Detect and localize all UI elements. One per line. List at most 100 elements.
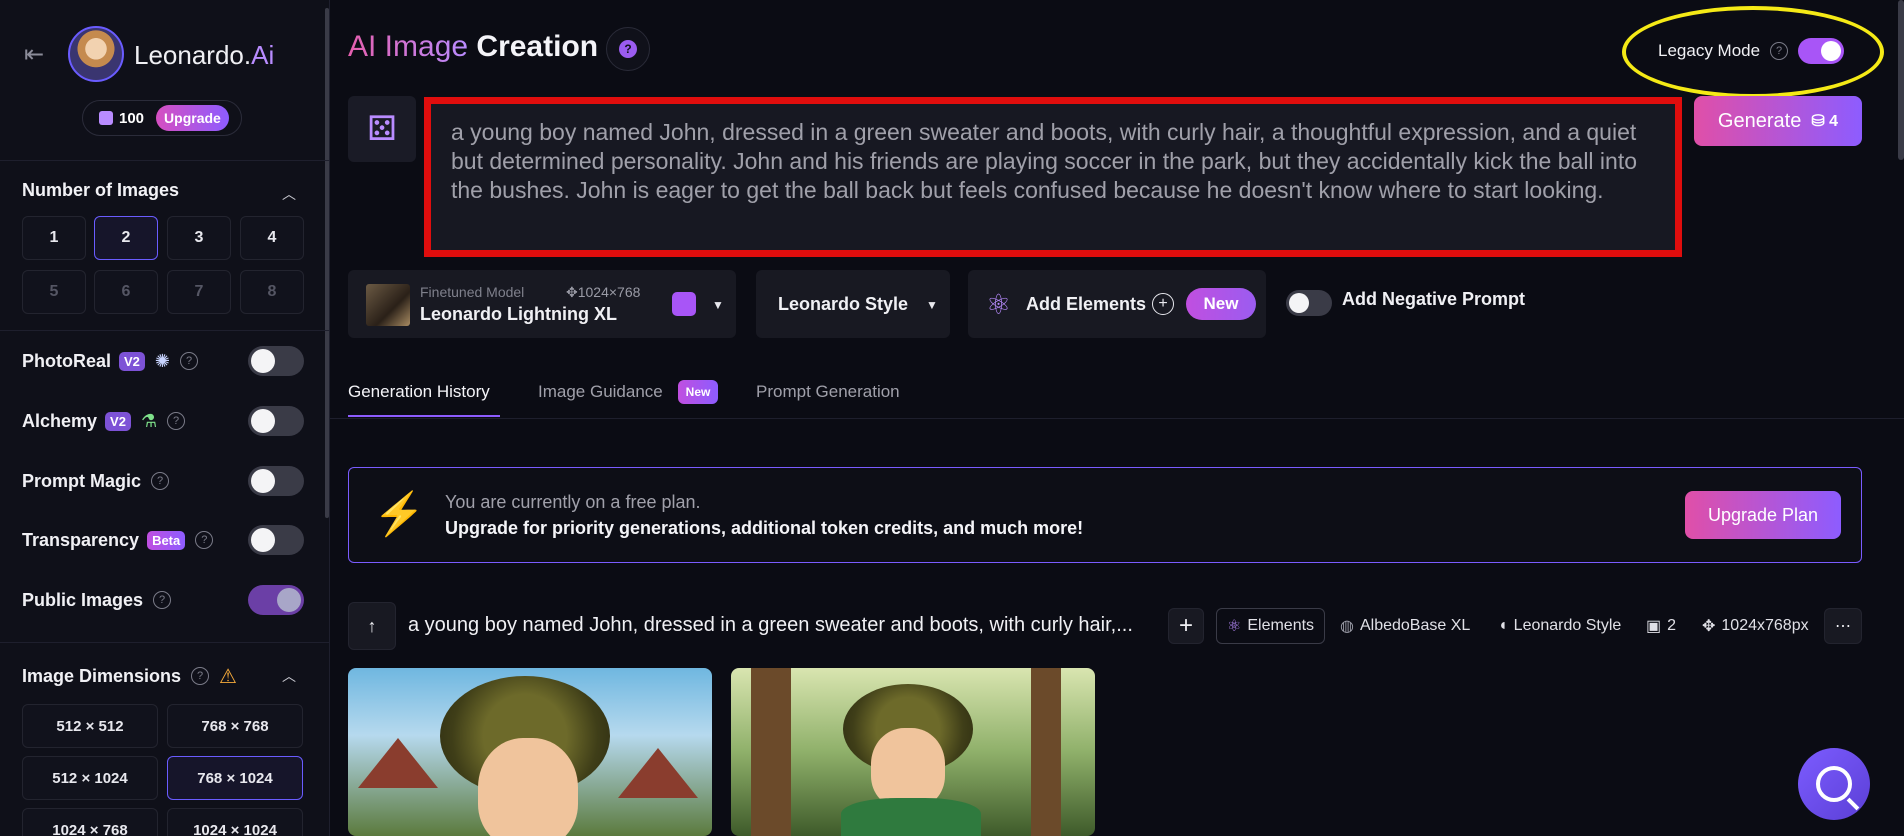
model-chip-label: AlbedoBase XL — [1359, 617, 1471, 634]
images-count-2[interactable]: 2 — [94, 216, 158, 260]
model-selector[interactable]: Finetuned Model ✥1024×768 Leonardo Light… — [348, 270, 736, 338]
generate-label: Generate — [1717, 109, 1802, 132]
chevron-down-icon[interactable]: ▼ — [926, 298, 938, 312]
banner-line2: Upgrade for priority generations, additi… — [445, 518, 1084, 538]
image-dimensions-row: Image Dimensions ? ⚠ — [22, 660, 307, 692]
chevron-up-icon[interactable]: ︿ — [282, 666, 296, 686]
arrow-up-icon[interactable]: ↑ — [348, 602, 396, 650]
page-title: AI Image Creation — [348, 30, 599, 63]
images-count-1[interactable]: 1 — [22, 216, 86, 260]
help-icon[interactable]: ? — [195, 531, 214, 549]
model-thumbnail — [366, 284, 410, 326]
help-icon[interactable]: ? — [153, 591, 172, 609]
images-icon: ▣ — [1646, 618, 1662, 635]
highlight-ellipse — [1622, 6, 1884, 98]
images-count-7[interactable]: 7 — [167, 270, 231, 314]
divider — [0, 330, 329, 331]
sidebar-scrollbar[interactable] — [325, 8, 329, 518]
negative-prompt-toggle[interactable] — [1286, 290, 1332, 316]
help-icon[interactable]: ? — [191, 667, 210, 685]
history-prompt[interactable]: a young boy named John, dressed in a gre… — [408, 614, 1133, 637]
images-count-6[interactable]: 6 — [94, 270, 158, 314]
images-count-4[interactable]: 4 — [240, 216, 304, 260]
style-chip: ◖ Leonardo Style — [1498, 608, 1621, 644]
elements-chip-label: Elements — [1247, 617, 1315, 634]
size-chip-label: 1024x768px — [1721, 617, 1809, 634]
chevron-down-icon[interactable]: ▼ — [712, 298, 724, 312]
elements-chip[interactable]: ⚛ Elements — [1216, 608, 1326, 644]
alchemy-toggle[interactable] — [248, 406, 304, 436]
prompt-magic-label: Prompt Magic — [22, 470, 142, 491]
token-balance: 100 Upgrade — [82, 100, 242, 136]
negative-prompt-label: Add Negative Prompt — [1342, 289, 1526, 309]
active-tab-indicator — [348, 415, 500, 417]
help-icon[interactable]: ? — [151, 472, 170, 490]
add-elements-label: Add Elements — [1026, 294, 1147, 314]
dimension-512x512[interactable]: 512 × 512 — [22, 704, 158, 748]
model-size: ✥1024×768 — [566, 284, 641, 300]
divider — [330, 418, 1904, 419]
dimension-768x1024[interactable]: 768 × 1024 — [167, 756, 303, 800]
search-icon[interactable] — [1798, 748, 1870, 820]
public-images-toggle[interactable] — [248, 585, 304, 615]
version-badge: V2 — [119, 351, 145, 371]
generated-image[interactable] — [348, 668, 712, 836]
dimension-1024x768[interactable]: 1024 × 768 — [22, 808, 158, 836]
divider — [0, 642, 329, 643]
more-options-icon[interactable]: ⋯ — [1824, 608, 1862, 644]
random-prompt-dice-icon[interactable]: ⚄ — [348, 96, 416, 162]
images-count-8[interactable]: 8 — [240, 270, 304, 314]
token-icon — [99, 111, 113, 125]
brand-logo — [68, 26, 124, 82]
brand-name: Leonardo.Ai — [134, 40, 275, 70]
style-chip-label: Leonardo Style — [1513, 617, 1622, 634]
divider — [0, 160, 329, 161]
image-count-label: 2 — [1667, 617, 1677, 634]
model-name: Leonardo Lightning XL — [420, 304, 617, 324]
tab-generation-history[interactable]: Generation History — [348, 382, 490, 402]
sidebar: ⇤ Leonardo.Ai 100 Upgrade Number of Imag… — [0, 0, 330, 836]
prompt-input[interactable]: a young boy named John, dressed in a gre… — [424, 97, 1682, 257]
help-icon[interactable]: ? — [180, 352, 199, 370]
model-icon: ◍ — [1340, 618, 1354, 635]
new-badge: New — [678, 380, 718, 404]
images-count-3[interactable]: 3 — [167, 216, 231, 260]
size-chip: ✥ 1024x768px — [1702, 608, 1809, 644]
dimension-512x1024[interactable]: 512 × 1024 — [22, 756, 158, 800]
add-elements-button[interactable]: ⚛ Add Elements + New — [968, 270, 1266, 338]
page-scrollbar[interactable] — [1898, 0, 1904, 160]
dimension-768x768[interactable]: 768 × 768 — [167, 704, 303, 748]
help-button[interactable]: ? — [606, 27, 650, 71]
chevron-up-icon[interactable]: ︿ — [282, 184, 296, 204]
help-icon[interactable]: ? — [167, 412, 186, 430]
generate-cost: ⛁ 4 — [1811, 113, 1839, 130]
generated-image[interactable] — [731, 668, 1095, 836]
plus-circle-icon[interactable]: + — [1152, 293, 1174, 315]
transparency-toggle[interactable] — [248, 525, 304, 555]
generate-button[interactable]: Generate ⛁ 4 — [1694, 96, 1862, 146]
free-plan-banner: ⚡ You are currently on a free plan. Upgr… — [348, 467, 1862, 563]
dimension-1024x1024[interactable]: 1024 × 1024 — [167, 808, 303, 836]
model-chip: ◍ AlbedoBase XL — [1340, 608, 1470, 644]
collapse-sidebar-icon[interactable]: ⇤ — [24, 40, 44, 69]
tab-image-guidance[interactable]: Image Guidance — [538, 382, 663, 402]
new-badge: New — [1186, 288, 1256, 320]
version-badge: V2 — [105, 411, 131, 431]
beta-badge: Beta — [147, 530, 186, 550]
prompt-magic-toggle[interactable] — [248, 466, 304, 496]
token-count: 100 — [119, 109, 145, 127]
flask-icon: ⚗ — [140, 410, 158, 431]
model-kicker: Finetuned Model — [420, 284, 525, 300]
upgrade-plan-button[interactable]: Upgrade Plan — [1685, 491, 1841, 539]
style-selector[interactable]: Leonardo Style ▼ — [756, 270, 950, 338]
atom-icon: ⚛ — [1227, 618, 1242, 635]
images-count-5[interactable]: 5 — [22, 270, 86, 314]
add-icon[interactable]: + — [1168, 608, 1204, 644]
atom-icon: ⚛ — [986, 289, 1012, 320]
image-count-chip: ▣ 2 — [1646, 608, 1676, 644]
upgrade-button[interactable]: Upgrade — [156, 105, 229, 131]
model-details-icon[interactable] — [672, 292, 696, 316]
photoreal-toggle[interactable] — [248, 346, 304, 376]
image-dimensions-title: Image Dimensions — [22, 665, 182, 686]
tab-prompt-generation[interactable]: Prompt Generation — [756, 382, 900, 402]
